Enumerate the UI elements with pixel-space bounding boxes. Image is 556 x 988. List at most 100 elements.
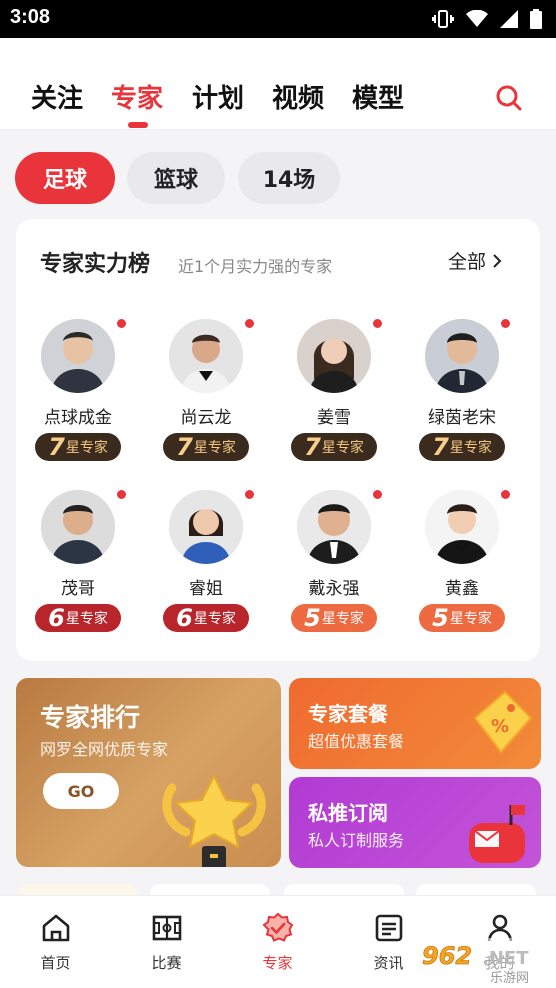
search-icon[interactable] bbox=[495, 84, 523, 112]
private-subscription-promo[interactable]: 私推订阅 私人订制服务 bbox=[289, 777, 541, 868]
star-count: 7 bbox=[304, 433, 321, 461]
signal-icon bbox=[500, 10, 518, 28]
site-watermark-logo: 962 .NET 乐游网 bbox=[418, 938, 554, 986]
online-dot bbox=[245, 490, 254, 499]
badge-label: 星专家 bbox=[193, 611, 236, 627]
promo-subtitle: 超值优惠套餐 bbox=[308, 732, 405, 751]
active-tab-indicator bbox=[128, 122, 148, 128]
tab-videos[interactable]: 视频 bbox=[272, 78, 324, 115]
promo-title: 专家套餐 bbox=[308, 702, 388, 726]
badge-label: 星专家 bbox=[321, 440, 364, 456]
status-time: 3:08 bbox=[10, 6, 51, 28]
vibrate-icon bbox=[432, 10, 454, 28]
badge-label: 星专家 bbox=[193, 440, 236, 456]
tab-experts[interactable]: 专家 bbox=[111, 78, 163, 115]
chip-football[interactable]: 足球 bbox=[15, 152, 115, 204]
expert-item[interactable]: 睿姐 6 星专家 bbox=[146, 490, 266, 650]
expert-name: 戴永强 bbox=[308, 579, 360, 599]
expert-name: 点球成金 bbox=[44, 408, 112, 428]
star-count: 7 bbox=[176, 433, 193, 461]
avatar bbox=[41, 490, 115, 564]
expert-item[interactable]: 茂哥 6 星专家 bbox=[18, 490, 138, 650]
expert-item[interactable]: 黄鑫 5 星专家 bbox=[402, 490, 522, 650]
expert-name: 茂哥 bbox=[61, 579, 95, 599]
wifi-icon bbox=[466, 10, 488, 27]
discount-tag-icon: % bbox=[473, 690, 533, 754]
badge-label: 星专家 bbox=[321, 611, 364, 627]
star-count: 6 bbox=[48, 604, 65, 632]
expert-badge-icon bbox=[262, 912, 294, 942]
online-dot bbox=[117, 490, 126, 499]
nav-experts[interactable]: 专家 bbox=[222, 896, 333, 988]
star-badge: 7 星专家 bbox=[419, 433, 505, 461]
badge-label: 星专家 bbox=[65, 440, 108, 456]
pitch-icon bbox=[152, 915, 182, 941]
star-badge: 5 星专家 bbox=[291, 604, 377, 632]
expert-package-promo[interactable]: 专家套餐 超值优惠套餐 % bbox=[289, 678, 541, 769]
promo-title: 私推订阅 bbox=[308, 801, 388, 825]
status-bar: 3:08 bbox=[0, 0, 556, 38]
nav-matches[interactable]: 比赛 bbox=[111, 896, 222, 988]
online-dot bbox=[373, 319, 382, 328]
view-all-link[interactable]: 全部 bbox=[448, 247, 502, 274]
svg-text:%: % bbox=[491, 716, 509, 737]
online-dot bbox=[117, 319, 126, 328]
avatar bbox=[425, 319, 499, 393]
badge-label: 星专家 bbox=[449, 611, 492, 627]
svg-text:962: 962 bbox=[422, 942, 472, 970]
online-dot bbox=[245, 319, 254, 328]
nav-label: 首页 bbox=[40, 954, 71, 972]
ranking-title: 专家实力榜 bbox=[40, 252, 151, 277]
news-icon bbox=[375, 914, 403, 942]
svg-text:.NET: .NET bbox=[482, 948, 529, 969]
avatar bbox=[425, 490, 499, 564]
nav-label: 比赛 bbox=[151, 954, 182, 972]
avatar bbox=[169, 319, 243, 393]
home-icon bbox=[42, 914, 70, 942]
star-badge: 5 星专家 bbox=[419, 604, 505, 632]
star-badge: 7 星专家 bbox=[163, 433, 249, 461]
expert-item[interactable]: 姜雪 7 星专家 bbox=[274, 319, 394, 479]
nav-home[interactable]: 首页 bbox=[0, 896, 111, 988]
svg-text:乐游网: 乐游网 bbox=[490, 971, 529, 986]
badge-label: 星专家 bbox=[449, 440, 492, 456]
go-button[interactable]: GO bbox=[43, 773, 119, 809]
promo-subtitle: 私人订制服务 bbox=[308, 831, 405, 850]
expert-item[interactable]: 点球成金 7 星专家 bbox=[18, 319, 138, 479]
online-dot bbox=[501, 490, 510, 499]
battery-icon bbox=[530, 9, 542, 29]
mailbox-icon bbox=[469, 805, 525, 863]
chevron-right-icon bbox=[493, 253, 502, 268]
expert-ranking-promo[interactable]: 专家排行 网罗全网优质专家 GO bbox=[16, 678, 281, 867]
view-all-label: 全部 bbox=[448, 251, 487, 273]
avatar bbox=[297, 490, 371, 564]
online-dot bbox=[501, 319, 510, 328]
tab-follow[interactable]: 关注 bbox=[31, 78, 83, 115]
expert-name: 绿茵老宋 bbox=[428, 408, 496, 428]
tab-plans[interactable]: 计划 bbox=[192, 78, 244, 115]
chip-basketball[interactable]: 篮球 bbox=[127, 152, 225, 204]
tab-models[interactable]: 模型 bbox=[352, 78, 404, 115]
star-count: 7 bbox=[48, 433, 65, 461]
online-dot bbox=[373, 490, 382, 499]
star-badge: 7 星专家 bbox=[35, 433, 121, 461]
expert-name: 睿姐 bbox=[189, 579, 223, 599]
chip-14-matches[interactable]: 14场 bbox=[238, 152, 340, 204]
star-badge: 6 星专家 bbox=[35, 604, 121, 632]
avatar bbox=[297, 319, 371, 393]
expert-item[interactable]: 戴永强 5 星专家 bbox=[274, 490, 394, 650]
expert-item[interactable]: 尚云龙 7 星专家 bbox=[146, 319, 266, 479]
star-badge: 7 星专家 bbox=[291, 433, 377, 461]
expert-ranking-card: 专家实力榜 近1个月实力强的专家 全部 点球成金 7 星专家 尚云龙 7 星专家 姜… bbox=[16, 219, 540, 661]
star-count: 5 bbox=[304, 604, 321, 632]
avatar bbox=[169, 490, 243, 564]
expert-name: 姜雪 bbox=[317, 408, 351, 428]
star-count: 6 bbox=[176, 604, 193, 632]
nav-label: 专家 bbox=[262, 954, 293, 972]
star-count: 5 bbox=[432, 604, 449, 632]
promo-subtitle: 网罗全网优质专家 bbox=[40, 740, 169, 759]
badge-label: 星专家 bbox=[65, 611, 108, 627]
star-badge: 6 星专家 bbox=[163, 604, 249, 632]
expert-name: 黄鑫 bbox=[445, 579, 479, 599]
expert-item[interactable]: 绿茵老宋 7 星专家 bbox=[402, 319, 522, 479]
